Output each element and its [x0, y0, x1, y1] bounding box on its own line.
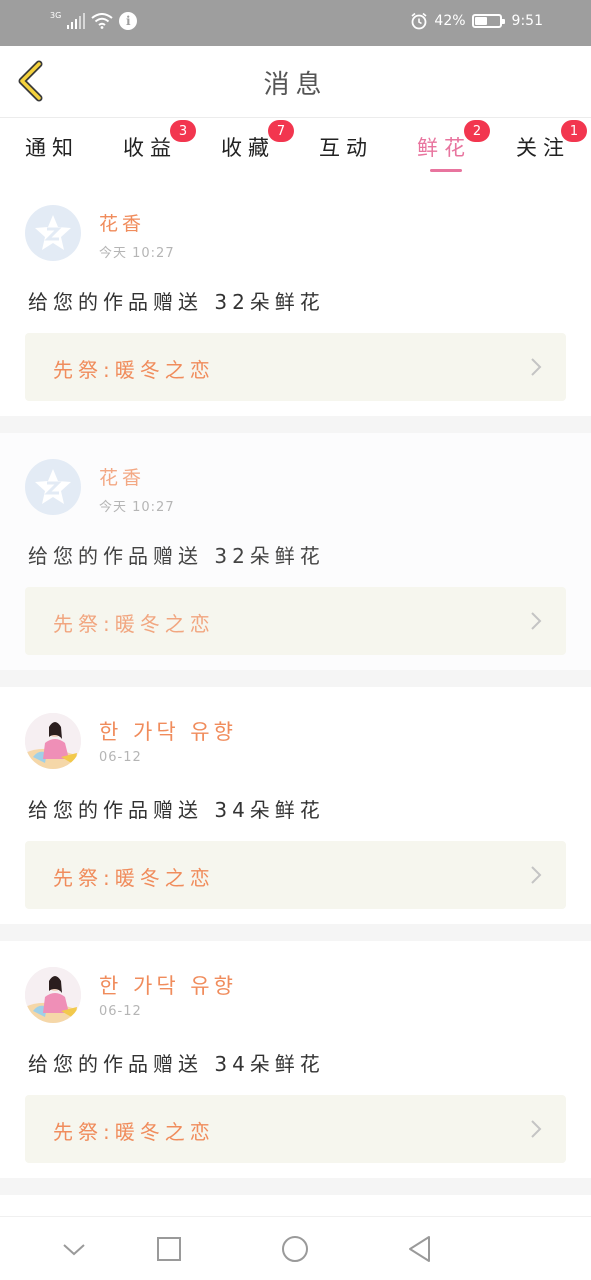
default-avatar-icon[interactable] — [25, 205, 81, 261]
following-badge: 1 — [561, 120, 587, 142]
message-text: 给您的作品赠送 34朵鲜花 — [28, 798, 325, 822]
status-right: 42% 9:51 — [410, 12, 543, 30]
work-title: 先祭:暖冬之恋 — [53, 866, 215, 890]
tab-label: 鲜花 — [417, 136, 471, 160]
tab-favorites[interactable]: 收藏 7 — [208, 120, 294, 174]
home-icon — [282, 1236, 308, 1262]
info-icon: i — [119, 12, 138, 30]
tab-following[interactable]: 关注 1 — [503, 120, 587, 174]
battery-icon — [471, 14, 505, 28]
sender-name[interactable]: 한 가닥 유향 — [99, 716, 237, 746]
message-time: 06-12 — [99, 750, 142, 765]
chevron-right-icon — [531, 866, 542, 884]
default-avatar-icon[interactable] — [25, 459, 81, 515]
message-time: 今天 10:27 — [99, 500, 175, 515]
divider — [0, 416, 591, 433]
sender-name[interactable]: 한 가닥 유향 — [99, 970, 237, 1000]
tab-label: 收藏 — [221, 136, 275, 160]
tab-flowers[interactable]: 鲜花 2 — [404, 120, 490, 174]
message-text: 给您的作品赠送 32朵鲜花 — [28, 290, 325, 314]
work-link[interactable]: 先祭:暖冬之恋 — [25, 841, 566, 909]
earnings-badge: 3 — [170, 120, 196, 142]
message-card[interactable]: 한 가닥 유향 06-12 给您的作品赠送 34朵鲜花 先祭:暖冬之恋 — [0, 687, 591, 924]
tab-label: 通知 — [25, 136, 79, 160]
app-header: 消息 — [0, 46, 591, 118]
tab-notifications[interactable]: 通知 — [12, 128, 92, 174]
back-icon — [409, 1236, 430, 1262]
status-left: 3G i — [50, 10, 138, 30]
divider — [0, 924, 591, 941]
wifi-icon — [91, 13, 113, 29]
back-nav-button[interactable] — [404, 1233, 436, 1265]
tab-label: 收益 — [123, 136, 177, 160]
status-bar: 3G i 42% 9:51 — [0, 0, 591, 46]
page-title: 消息 — [263, 70, 328, 100]
favorites-badge: 7 — [268, 120, 294, 142]
work-title: 先祭:暖冬之恋 — [53, 612, 215, 636]
work-link[interactable]: 先祭:暖冬之恋 — [25, 587, 566, 655]
recents-button[interactable] — [153, 1233, 185, 1265]
active-tab-indicator — [430, 169, 462, 172]
message-time: 06-12 — [99, 1004, 142, 1019]
chevron-right-icon — [531, 358, 542, 376]
tab-bar: 通知 收益 3 收藏 7 互动 鲜花 2 关注 1 — [0, 118, 591, 176]
collapse-button[interactable] — [58, 1233, 90, 1265]
message-time: 今天 10:27 — [99, 246, 175, 261]
signal-icon — [67, 13, 86, 29]
flowers-badge: 2 — [464, 120, 490, 142]
home-button[interactable] — [279, 1233, 311, 1265]
work-link[interactable]: 先祭:暖冬之恋 — [25, 1095, 566, 1163]
tab-interactions[interactable]: 互动 — [306, 128, 386, 174]
user-avatar[interactable] — [25, 967, 81, 1023]
chevron-right-icon — [531, 1120, 542, 1138]
message-card[interactable]: 花香 今天 10:27 给您的作品赠送 32朵鲜花 先祭:暖冬之恋 — [0, 176, 591, 416]
message-list: 花香 今天 10:27 给您的作品赠送 32朵鲜花 先祭:暖冬之恋 花香 今天 … — [0, 176, 591, 1195]
divider — [0, 670, 591, 687]
work-title: 先祭:暖冬之恋 — [53, 358, 215, 382]
message-card[interactable]: 한 가닥 유향 06-12 给您的作品赠送 34朵鲜花 先祭:暖冬之恋 — [0, 941, 591, 1178]
divider — [0, 1178, 591, 1195]
sender-name[interactable]: 花香 — [99, 209, 145, 236]
alarm-icon — [411, 12, 427, 30]
message-text: 给您的作品赠送 32朵鲜花 — [28, 544, 325, 568]
clock: 9:51 — [511, 13, 543, 29]
work-title: 先祭:暖冬之恋 — [53, 1120, 215, 1144]
tab-label: 互动 — [319, 136, 373, 160]
sender-name[interactable]: 花香 — [99, 463, 145, 490]
recents-icon — [157, 1237, 181, 1261]
network-type: 3G — [50, 10, 62, 20]
battery-percent: 42% — [434, 13, 466, 29]
work-link[interactable]: 先祭:暖冬之恋 — [25, 333, 566, 401]
system-nav-bar — [0, 1216, 591, 1280]
message-card[interactable]: 花香 今天 10:27 给您的作品赠送 32朵鲜花 先祭:暖冬之恋 — [0, 433, 591, 670]
message-text: 给您的作品赠送 34朵鲜花 — [28, 1052, 325, 1076]
chevron-right-icon — [531, 612, 542, 630]
collapse-icon — [63, 1244, 85, 1256]
tab-earnings[interactable]: 收益 3 — [110, 120, 196, 174]
user-avatar[interactable] — [25, 713, 81, 769]
